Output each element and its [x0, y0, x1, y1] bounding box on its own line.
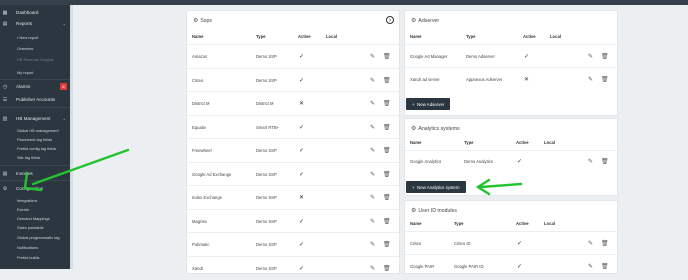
annotation-arrows: [0, 0, 688, 269]
annotation-arrow-button: [478, 180, 521, 194]
annotation-arrow-sidebar: [25, 150, 128, 190]
